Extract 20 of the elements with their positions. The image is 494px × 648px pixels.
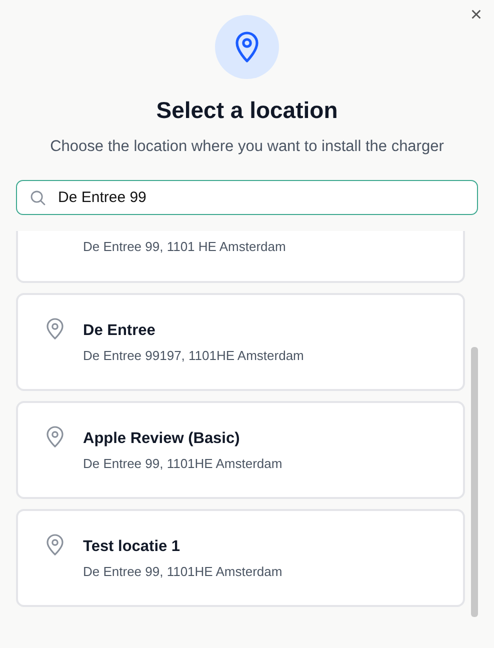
dialog-subtitle: Choose the location where you want to install the charger xyxy=(50,138,444,156)
location-pin-icon xyxy=(234,31,260,63)
search-field[interactable]: De Entree 99 xyxy=(16,180,478,215)
location-card[interactable]: Test locatie 1 De Entree 99, 1101HE Amsterdam xyxy=(16,509,465,607)
close-button[interactable]: × xyxy=(466,4,486,27)
scrollbar-thumb[interactable] xyxy=(471,347,478,617)
location-name: Apple Review (Basic) xyxy=(83,430,241,448)
location-card[interactable]: De Entree 99, 1101 HE Amsterdam xyxy=(16,231,465,283)
location-name: Test locatie 1 xyxy=(83,538,182,556)
location-pin-icon xyxy=(46,318,64,340)
location-pin-icon xyxy=(46,534,64,556)
location-address: De Entree 99197, 1101HE Amsterdam xyxy=(83,348,304,362)
location-address: De Entree 99, 1101HE Amsterdam xyxy=(83,456,282,470)
location-card[interactable]: Apple Review (Basic) De Entree 99, 1101HE Amsterdam xyxy=(16,401,465,499)
location-address: De Entree 99, 1101HE Amsterdam xyxy=(83,564,282,578)
location-name: De Entree xyxy=(83,322,156,340)
dialog-title: Select a location xyxy=(156,97,338,124)
location-card[interactable]: De Entree De Entree 99197, 1101HE Amsterdam xyxy=(16,293,465,391)
location-address: De Entree 99, 1101 HE Amsterdam xyxy=(83,239,286,254)
location-pin-icon xyxy=(46,426,64,448)
